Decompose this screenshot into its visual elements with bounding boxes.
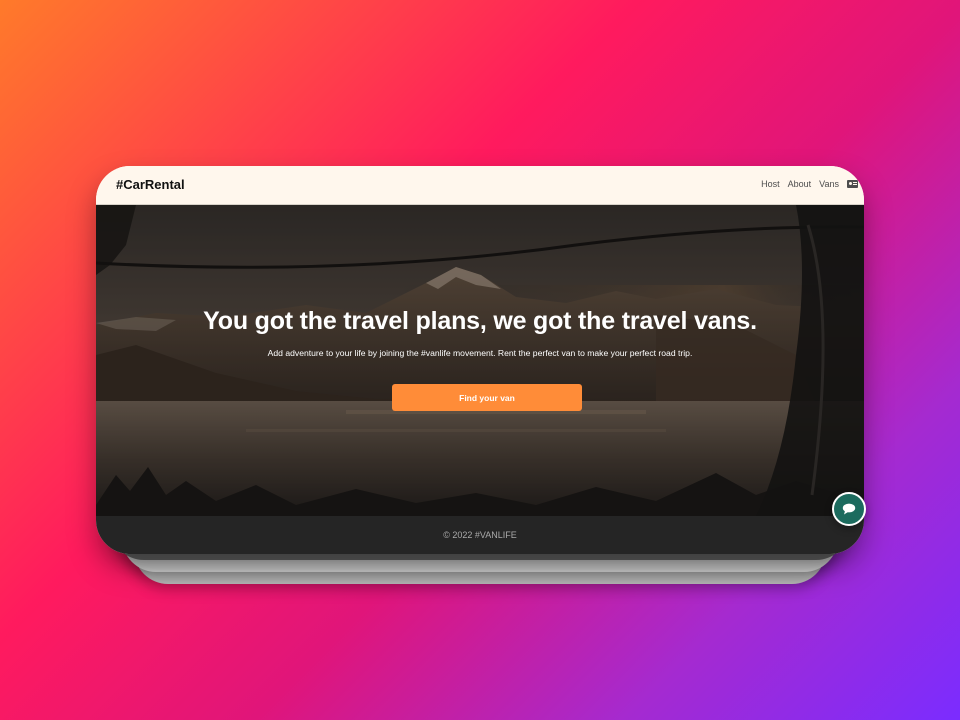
nav-link-vans[interactable]: Vans [819, 179, 839, 189]
nav-link-about[interactable]: About [788, 179, 812, 189]
chat-bubble-icon [842, 503, 856, 515]
find-your-van-button[interactable]: Find your van [392, 384, 582, 411]
chat-button[interactable] [832, 492, 866, 526]
hero-title: You got the travel plans, we got the tra… [203, 307, 757, 335]
nav-link-host[interactable]: Host [761, 179, 780, 189]
footer-copyright: © 2022 #VANLIFE [443, 530, 517, 540]
id-card-icon[interactable] [847, 180, 858, 188]
hero-section: You got the travel plans, we got the tra… [96, 205, 864, 516]
footer: © 2022 #VANLIFE [96, 516, 864, 554]
nav-links: Host About Vans [761, 179, 858, 189]
browser-window: #CarRental Host About Vans You got the t… [96, 166, 864, 554]
navbar: #CarRental Host About Vans [96, 166, 864, 205]
hero-content: You got the travel plans, we got the tra… [96, 205, 864, 516]
hero-subtitle: Add adventure to your life by joining th… [267, 348, 693, 358]
site-logo[interactable]: #CarRental [116, 177, 185, 192]
